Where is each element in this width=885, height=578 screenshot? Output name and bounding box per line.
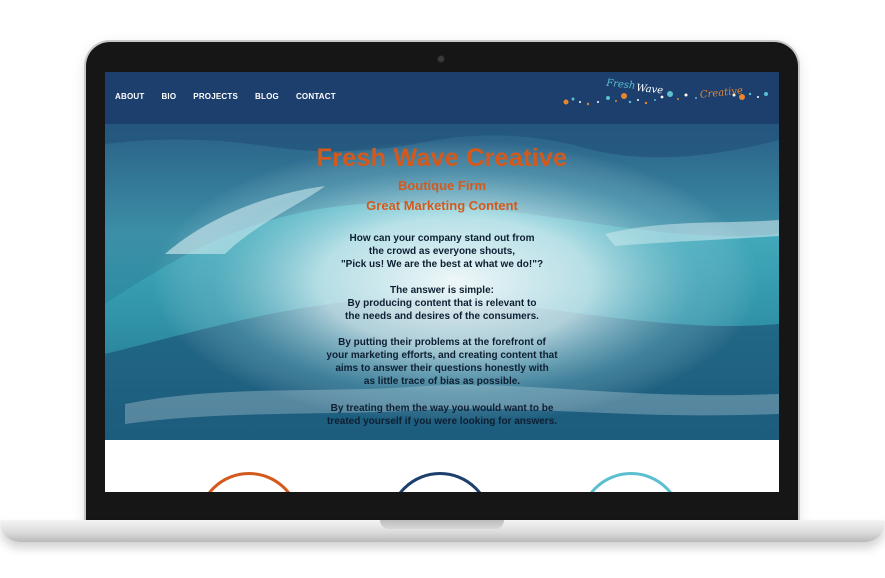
nav-contact[interactable]: CONTACT: [296, 92, 336, 101]
fresh-wave-creative-logo[interactable]: Fresh Wave Creative: [558, 76, 773, 120]
service-circle-navy[interactable]: [388, 472, 492, 492]
main-nav: ABOUT BIO PROJECTS BLOG CONTACT: [115, 92, 353, 101]
body-line: "Pick us! We are the best at what we do!…: [340, 259, 544, 270]
nav-blog[interactable]: BLOG: [255, 92, 279, 101]
body-line: How can your company stand out from: [349, 233, 535, 244]
nav-about[interactable]: ABOUT: [115, 92, 144, 101]
body-line: as little trace of bias as possible.: [363, 376, 521, 387]
hero-title: Fresh Wave Creative: [316, 144, 568, 172]
body-line: aims to answer their questions honestly …: [335, 363, 549, 374]
hero-subtitle-2: Great Marketing Content: [366, 198, 518, 213]
logo-word-creative: Creative: [699, 85, 743, 100]
camera-icon: [438, 56, 444, 62]
body-line: The answer is simple:: [390, 285, 494, 296]
hero-subtitle-1: Boutique Firm: [397, 178, 487, 193]
body-line: the crowd as everyone shouts,: [368, 246, 516, 257]
service-circle-orange[interactable]: [197, 472, 301, 492]
services-section: [105, 440, 779, 492]
body-line: your marketing efforts, and creating con…: [326, 350, 558, 361]
logo-word-wave: Wave: [636, 83, 664, 97]
hero-section: Fresh Wave Creative Boutique Firm Great …: [105, 124, 779, 440]
body-line: treated yourself if you were looking for…: [326, 416, 558, 427]
body-line: the needs and desires of the consumers.: [345, 311, 539, 322]
site-header: ABOUT BIO PROJECTS BLOG CONTACT Fresh Wa…: [105, 72, 779, 124]
logo-word-fresh: Fresh: [605, 78, 636, 92]
laptop-notch: [380, 520, 504, 529]
body-line: By treating them the way you would want …: [330, 403, 554, 414]
website-screen: ABOUT BIO PROJECTS BLOG CONTACT Fresh Wa…: [105, 72, 779, 492]
body-line: By putting their problems at the forefro…: [338, 337, 546, 348]
body-line: By producing content that is relevant to: [347, 298, 537, 309]
service-circle-teal[interactable]: [579, 472, 683, 492]
nav-projects[interactable]: PROJECTS: [193, 92, 238, 101]
nav-bio[interactable]: BIO: [161, 92, 176, 101]
